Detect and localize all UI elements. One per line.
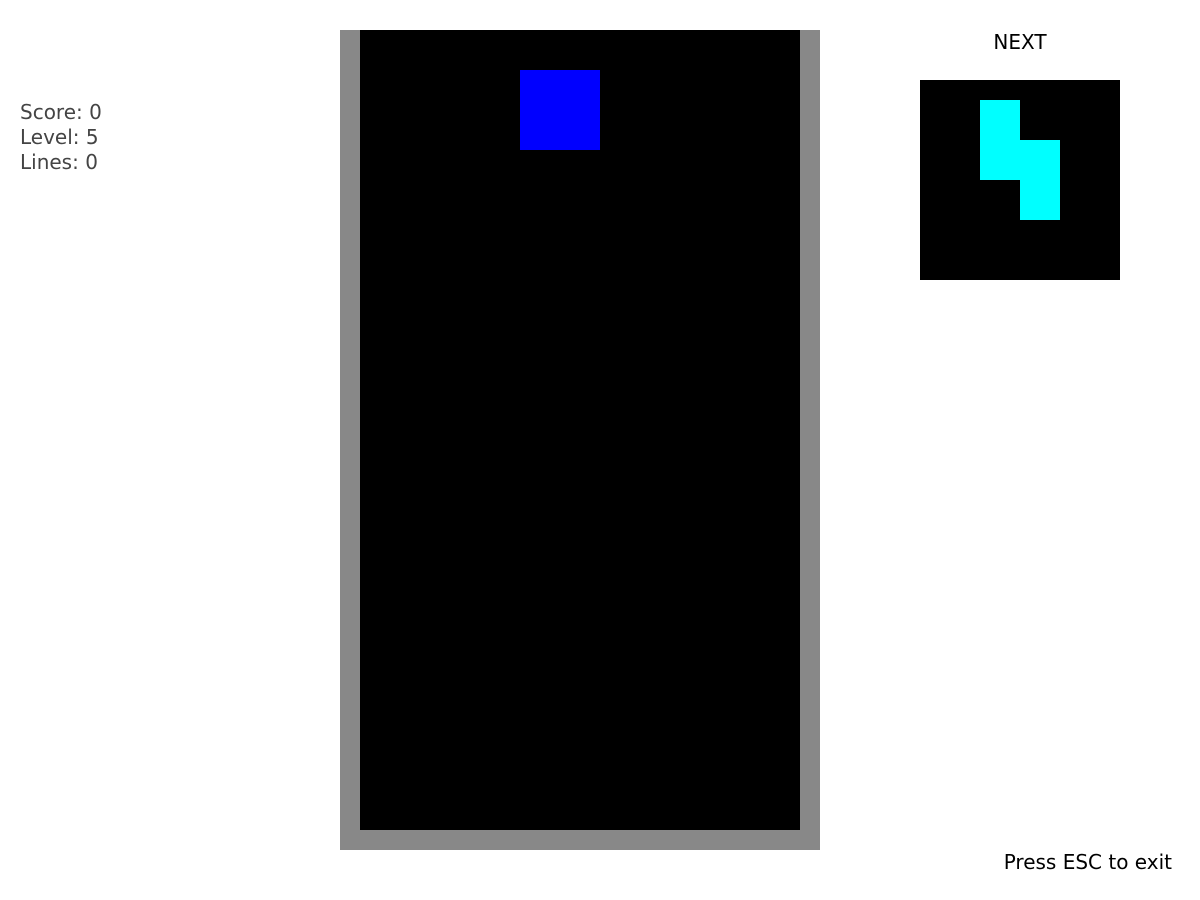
game-screen: Score: 0 Level: 5 Lines: 0 NEXT Press ES…	[0, 0, 1200, 900]
current-piece-block	[560, 70, 600, 110]
score-label: Score: 0	[20, 100, 102, 124]
next-piece-block	[1020, 180, 1060, 220]
current-piece-block	[560, 110, 600, 150]
current-piece-block	[520, 110, 560, 150]
game-board	[360, 30, 800, 830]
next-piece-preview	[920, 80, 1120, 280]
lines-label: Lines: 0	[20, 150, 98, 174]
current-piece-block	[520, 70, 560, 110]
exit-hint: Press ESC to exit	[1003, 850, 1172, 874]
stats-panel: Score: 0 Level: 5 Lines: 0	[20, 100, 102, 175]
next-piece-label: NEXT	[993, 30, 1047, 54]
next-piece-block	[1020, 140, 1060, 180]
next-piece-block	[980, 140, 1020, 180]
level-label: Level: 5	[20, 125, 99, 149]
next-piece-block	[980, 100, 1020, 140]
